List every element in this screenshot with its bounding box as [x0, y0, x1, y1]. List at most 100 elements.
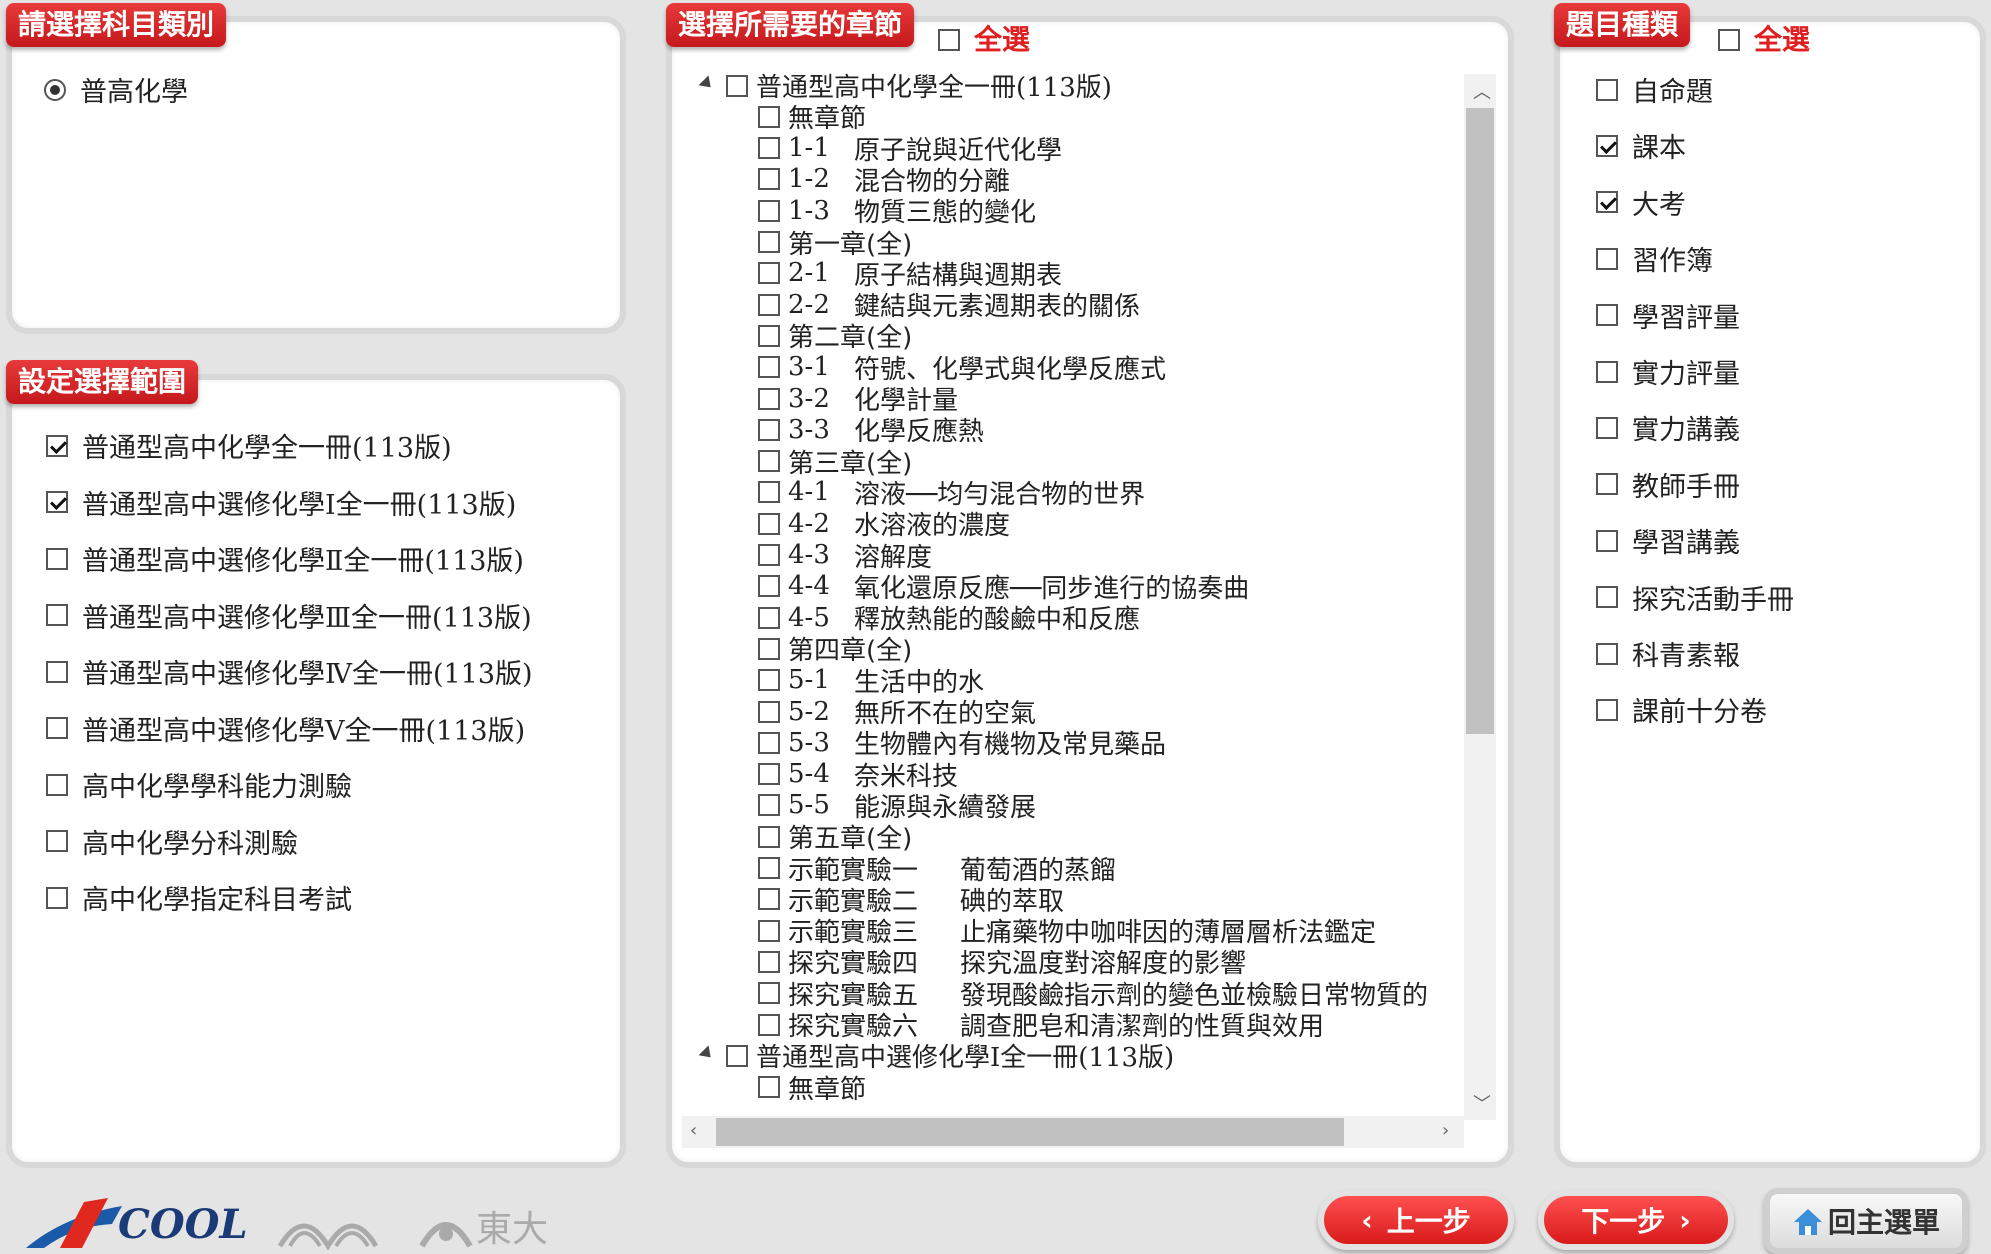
type-select-all[interactable]: 全選: [1718, 18, 1810, 62]
tree-chapter-node[interactable]: 5-5 能源與永續發展: [758, 790, 1036, 823]
subject-option[interactable]: 普高化學: [44, 70, 188, 109]
checkbox[interactable]: [758, 1013, 780, 1036]
checkbox[interactable]: [46, 604, 68, 626]
checkbox[interactable]: [758, 293, 780, 316]
checkbox[interactable]: [1596, 586, 1618, 609]
type-item[interactable]: 課本: [1596, 126, 1686, 165]
checkbox[interactable]: [758, 700, 780, 723]
tree-chapter-node[interactable]: 5-2 無所不在的空氣: [758, 696, 1036, 729]
tree-chapter-node[interactable]: 1-2 混合物的分離: [758, 164, 1010, 197]
checkbox[interactable]: [758, 950, 780, 973]
scroll-up-arrow[interactable]: ︿: [1473, 78, 1491, 104]
tree-chapter-node[interactable]: 無章節: [758, 1072, 866, 1105]
expand-triangle-icon[interactable]: [698, 1045, 716, 1063]
type-item[interactable]: 探究活動手冊: [1596, 578, 1794, 617]
checkbox[interactable]: [758, 481, 780, 504]
checkbox[interactable]: [758, 450, 780, 473]
tree-chapter-node[interactable]: 第四章(全): [758, 633, 912, 666]
checkbox[interactable]: [758, 512, 780, 535]
checkbox[interactable]: [1596, 529, 1618, 552]
checkbox[interactable]: [758, 1076, 780, 1099]
tree-chapter-node[interactable]: 探究實驗六 調查肥皂和清潔劑的性質與效用: [758, 1009, 1324, 1042]
select-all-checkbox[interactable]: [1718, 29, 1740, 51]
type-item[interactable]: 實力評量: [1596, 352, 1740, 391]
checkbox[interactable]: [1596, 247, 1618, 270]
checkbox[interactable]: [758, 199, 780, 222]
tree-chapter-node[interactable]: 第三章(全): [758, 446, 912, 479]
tree-chapter-node[interactable]: 4-4 氧化還原反應──同步進行的協奏曲: [758, 571, 1249, 604]
tree-chapter-node[interactable]: 探究實驗四 探究溫度對溶解度的影響: [758, 946, 1246, 979]
checkbox[interactable]: [758, 606, 780, 629]
prev-button[interactable]: ‹ 上一步: [1318, 1190, 1514, 1250]
checkbox[interactable]: [758, 982, 780, 1005]
tree-chapter-node[interactable]: 3-1 符號、化學式與化學反應式: [758, 352, 1166, 385]
checkbox[interactable]: [758, 418, 780, 441]
checkbox[interactable]: [758, 105, 780, 128]
checkbox[interactable]: [46, 660, 68, 683]
checkbox[interactable]: [758, 231, 780, 253]
checkbox[interactable]: [46, 830, 68, 852]
tree-chapter-node[interactable]: 示範實驗二 碘的萃取: [758, 884, 1064, 917]
checkbox[interactable]: [758, 324, 780, 347]
scroll-down-arrow[interactable]: ﹀: [1473, 1090, 1491, 1116]
checkbox[interactable]: [46, 886, 68, 909]
tree-chapter-node[interactable]: 示範實驗一 葡萄酒的蒸餾: [758, 853, 1116, 886]
checkbox[interactable]: [758, 575, 780, 598]
tree-chapter-node[interactable]: 無章節: [758, 101, 866, 134]
home-button[interactable]: 回主選單: [1764, 1188, 1968, 1254]
checkbox[interactable]: [46, 717, 68, 739]
select-all-checkbox[interactable]: [938, 29, 960, 51]
checkbox[interactable]: [758, 888, 780, 911]
tree-chapter-node[interactable]: 1-1 原子說與近代化學: [758, 133, 1062, 166]
checkbox[interactable]: [46, 773, 68, 796]
checkbox[interactable]: [758, 763, 780, 786]
range-item[interactable]: 高中化學分科測驗: [46, 822, 298, 861]
tree-chapter-node[interactable]: 第二章(全): [758, 320, 912, 353]
scroll-left-arrow[interactable]: ‹: [690, 1120, 697, 1141]
tree-chapter-node[interactable]: 4-2 水溶液的濃度: [758, 508, 1010, 541]
tree-book-node[interactable]: 普通型高中化學全一冊(113版): [698, 70, 1112, 103]
type-item[interactable]: 學習講義: [1596, 521, 1740, 560]
checkbox[interactable]: [1596, 191, 1618, 214]
type-item[interactable]: 實力講義: [1596, 408, 1740, 447]
tree-chapter-node[interactable]: 探究實驗五 發現酸鹼指示劑的變色並檢驗日常物質的: [758, 978, 1428, 1011]
tree-chapter-node[interactable]: 2-1 原子結構與週期表: [758, 258, 1062, 291]
range-item[interactable]: 普通型高中選修化學Ⅲ全一冊(113版): [46, 596, 532, 635]
checkbox[interactable]: [758, 356, 780, 379]
type-item[interactable]: 科青素報: [1596, 634, 1740, 673]
range-item[interactable]: 普通型高中選修化學Ⅱ全一冊(113版): [46, 539, 524, 578]
checkbox[interactable]: [758, 731, 780, 754]
tree-chapter-node[interactable]: 4-5 釋放熱能的酸鹼中和反應: [758, 602, 1140, 635]
checkbox[interactable]: [726, 1044, 748, 1067]
tree-chapter-node[interactable]: 2-2 鍵結與元素週期表的關係: [758, 289, 1140, 322]
tree-chapter-node[interactable]: 1-3 物質三態的變化: [758, 195, 1036, 228]
tree-chapter-node[interactable]: 示範實驗三 止痛藥物中咖啡因的薄層層析法鑑定: [758, 915, 1376, 948]
type-item[interactable]: 自命題: [1596, 70, 1713, 109]
range-item[interactable]: 普通型高中選修化學Ⅴ全一冊(113版): [46, 709, 525, 748]
checkbox[interactable]: [758, 825, 780, 848]
checkbox[interactable]: [1596, 304, 1618, 327]
checkbox[interactable]: [46, 547, 68, 570]
range-item[interactable]: 普通型高中選修化學Ⅰ全一冊(113版): [46, 483, 516, 522]
range-item[interactable]: 高中化學指定科目考試: [46, 878, 352, 917]
checkbox[interactable]: [46, 434, 68, 457]
tree-chapter-node[interactable]: 5-3 生物體內有機物及常見藥品: [758, 727, 1166, 760]
checkbox[interactable]: [46, 491, 68, 513]
checkbox[interactable]: [1596, 360, 1618, 383]
radio-button[interactable]: [44, 78, 66, 101]
checkbox[interactable]: [1596, 416, 1618, 439]
tree-chapter-node[interactable]: 4-3 溶解度: [758, 540, 932, 573]
tree-chapter-node[interactable]: 4-1 溶液──均勻混合物的世界: [758, 477, 1145, 510]
checkbox[interactable]: [758, 544, 780, 566]
type-item[interactable]: 教師手冊: [1596, 465, 1740, 504]
tree-chapter-node[interactable]: 5-1 生活中的水: [758, 665, 984, 698]
type-item[interactable]: 學習評量: [1596, 296, 1740, 335]
checkbox[interactable]: [758, 794, 780, 817]
tree-chapter-node[interactable]: 第五章(全): [758, 821, 912, 854]
checkbox[interactable]: [1596, 134, 1618, 157]
checkbox[interactable]: [1596, 698, 1618, 721]
range-item[interactable]: 普通型高中選修化學Ⅳ全一冊(113版): [46, 652, 533, 691]
type-item[interactable]: 大考: [1596, 183, 1686, 222]
checkbox[interactable]: [726, 74, 748, 97]
tree-chapter-node[interactable]: 第一章(全): [758, 227, 912, 260]
